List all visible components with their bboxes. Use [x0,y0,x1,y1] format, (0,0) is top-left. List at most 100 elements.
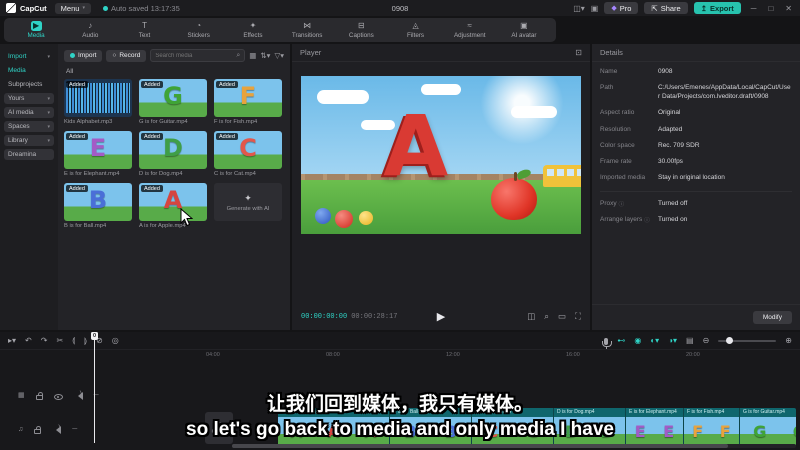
chevron-down-icon: ▾ [82,5,85,11]
zoom-out-icon[interactable]: ⊖ [703,336,710,345]
ball [335,210,353,228]
tab-adjustment[interactable]: ≈ Adjustment [444,21,496,39]
workspace-layout-icon[interactable]: ◫▾ [573,4,585,13]
media-item-a[interactable]: A Added A is for Apple.mp4 [139,183,207,229]
video-preview[interactable]: A [301,76,581,234]
media-item-name: G is for Guitar.mp4 [139,119,188,125]
linking-icon[interactable]: ◐▾ [650,336,659,345]
play-button[interactable]: ▶ [437,310,445,323]
split-icon[interactable]: ✂ [56,336,63,345]
autosave-status: Auto saved 13:17:35 [102,4,180,13]
subtitle-chinese: 让我们回到媒体，我只有媒体。 [266,394,533,415]
fullscreen-icon[interactable]: ⛶ [575,311,581,322]
redo-icon[interactable]: ↷ [41,336,48,345]
tab-audio[interactable]: ♪ Audio [64,21,116,39]
voiceover-mic-icon[interactable] [602,337,613,349]
sidebar-item-label: Yours [8,95,25,102]
sidebar-item-spaces[interactable]: Spaces ▾ [4,121,54,132]
tab-captions[interactable]: ⊟ Captions [335,21,387,39]
sidebar-item-import[interactable]: Import ▾ [4,51,54,62]
media-item-d[interactable]: D Added D is for Dog.mp4 [139,131,207,177]
timeline-zoom-slider[interactable] [718,337,777,344]
cloud [421,84,461,95]
undo-icon[interactable]: ↶ [25,336,32,345]
export-button[interactable]: ↥ Export [693,2,741,14]
tab-effects[interactable]: ✦ Effects [227,21,279,39]
generate-ai-tile[interactable]: ✦ Generate with AI [214,183,282,229]
media-item-b[interactable]: B Added B is for Ball.mp4 [64,183,132,229]
player-title: Player [300,48,322,57]
close-button[interactable]: ✕ [785,4,794,13]
trim-right-icon[interactable]: ⟭ [84,336,87,346]
search-box[interactable]: ⌕ [150,49,246,62]
sidebar-item-ai-media[interactable]: AI media ▾ [4,107,54,118]
sidebar-item-dreamina[interactable]: Dreamina [4,149,54,160]
share-button[interactable]: ⇱ Share [644,2,688,14]
modify-button[interactable]: Modify [752,311,792,324]
detail-row-imported-media: Imported media Stay in original location [600,174,792,183]
tab-stickers[interactable]: ◔ Stickers [173,21,225,39]
menu-button[interactable]: Menu ▾ [54,2,91,14]
media-item-name: C is for Cat.mp4 [214,171,256,177]
filter-all-label[interactable]: All [66,68,284,75]
search-input[interactable] [155,52,208,59]
media-item-audio[interactable]: Added Kids Alphabet.mp3 [64,79,132,125]
detail-value: C:/Users/Emenes/AppData/Local/CapCut/Use… [658,84,791,101]
view-grid-icon[interactable]: ▦ [249,51,256,60]
tab-label: Transitions [291,32,323,39]
share-icon: ⇱ [651,3,658,13]
slider-knob[interactable] [726,337,734,344]
sidebar-item-subprojects[interactable]: Subprojects [4,79,54,90]
pro-button[interactable]: ◆ Pro [604,2,639,14]
render-quality-icon[interactable]: ◫ [527,311,535,322]
detail-value: Turned on [658,215,688,223]
horizontal-scrollbar[interactable] [232,444,796,448]
keyframe-icon[interactable]: ◎ [112,336,119,345]
media-item-f[interactable]: F Added F is for Fish.mp4 [214,79,282,125]
tab-transitions[interactable]: ⋈ Transitions [281,21,333,39]
minimize-button[interactable]: ─ [751,4,759,13]
import-button[interactable]: Import [64,49,103,62]
added-badge: Added [216,133,238,140]
scrollbar-handle[interactable] [232,444,729,448]
preview-zoom-icon[interactable]: ⌕ [544,311,549,322]
track-view-icon[interactable]: ▤ [686,336,694,345]
menu-label: Menu [60,3,80,13]
playhead-flag[interactable]: 0 [91,332,98,340]
tab-ai-avatar[interactable]: ▣ AI avatar [498,21,550,39]
media-item-name: D is for Dog.mp4 [139,171,183,177]
auto-ripple-icon[interactable]: ◉ [634,336,641,345]
tab-filters[interactable]: ◬ Filters [389,21,441,39]
tab-media[interactable]: ▶ Media [10,21,62,39]
sidebar-item-yours[interactable]: Yours ▾ [4,93,54,104]
tab-label: Adjustment [453,32,486,39]
media-item-g[interactable]: G Added G is for Guitar.mp4 [139,79,207,125]
filter-icon[interactable]: ▽▾ [274,51,284,60]
sidebar-item-library[interactable]: Library ▾ [4,135,54,146]
maximize-button[interactable]: □ [768,4,775,13]
media-item-c[interactable]: C Added C is for Cat.mp4 [214,131,282,177]
ratio-icon[interactable]: ▭ [558,311,566,322]
player-controls: 00:00:00:00 00:00:28:17 ▶ ◫ ⌕ ▭ ⛶ [292,310,590,323]
text-icon: T [142,21,147,30]
magnetic-snap-icon[interactable]: ⊷ [617,336,625,345]
media-item-e[interactable]: E Added E is for Elephant.mp4 [64,131,132,177]
preview-snap-icon[interactable]: ◑▾ [668,336,677,345]
trim-left-icon[interactable]: ⟬ [72,336,75,346]
record-button[interactable]: ○ Record [106,49,147,62]
info-icon: ⓘ [644,217,650,224]
capcut-logo-icon [6,3,16,13]
sidebar-item-media[interactable]: Media [4,65,54,76]
detach-player-icon[interactable]: ⊡ [575,48,582,57]
media-item-name: Kids Alphabet.mp3 [64,119,113,125]
select-tool-icon[interactable]: ▸▾ [8,336,16,345]
zoom-in-icon[interactable]: ⊕ [785,336,792,345]
timeline-toolbar: ▸▾ ↶ ↷ ✂ ⟬ ⟭ ⊘ ◎ ⊷ ◉ ◐▾ ◑▾ ▤ ⊖ ⊕ [0,332,800,350]
timeline-ruler[interactable]: 04:00 08:00 12:00 16:00 20:00 [0,350,800,362]
detail-label: Arrange layers ⓘ [600,215,650,224]
sort-icon[interactable]: ⇅▾ [260,51,270,60]
tab-text[interactable]: T Text [118,21,170,39]
project-title: 0908 [391,3,409,13]
detail-value: 0908 [658,68,673,75]
panel-toggle-icon[interactable]: ▣ [591,4,599,13]
